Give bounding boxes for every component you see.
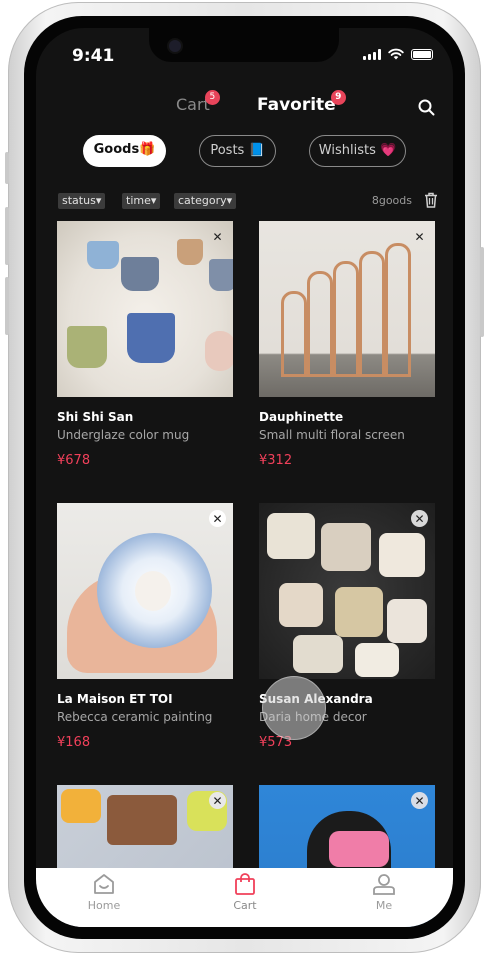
trash-icon[interactable] xyxy=(424,192,438,208)
signal-icon xyxy=(363,48,381,60)
product-description: Underglaze color mug xyxy=(57,428,190,442)
volume-up-button xyxy=(5,207,9,265)
remove-favorite-button[interactable]: ✕ xyxy=(411,792,428,809)
tab-home-label: Home xyxy=(87,899,121,912)
notch xyxy=(149,28,339,62)
tab-me[interactable]: Me xyxy=(344,872,424,912)
bottom-tab-bar: Home Cart Me xyxy=(36,868,453,927)
volume-down-button xyxy=(5,277,9,335)
status-icons xyxy=(363,48,433,60)
top-header: Cart 5 Favorite 9 xyxy=(36,86,453,126)
product-description: Small multi floral screen xyxy=(259,428,405,442)
heart-icon: 💗 xyxy=(380,143,397,158)
product-brand: Shi Shi San xyxy=(57,410,134,424)
book-icon: 📘 xyxy=(248,143,265,158)
product-price: ¥168 xyxy=(57,735,91,750)
filter-status[interactable]: status▾ xyxy=(58,193,106,209)
segment-posts[interactable]: Posts 📘 xyxy=(199,135,276,167)
tab-favorite-label: Favorite xyxy=(257,95,336,115)
gift-icon: 🎁 xyxy=(139,142,156,157)
camera-icon xyxy=(169,40,181,52)
mute-switch xyxy=(5,152,9,184)
tab-home[interactable]: Home xyxy=(64,872,144,912)
filter-time-label: time xyxy=(126,194,151,207)
segment-goods[interactable]: Goods🎁 xyxy=(83,135,166,167)
product-image-mugs[interactable] xyxy=(57,221,233,397)
segment-wishlists-label: Wishlists xyxy=(318,143,376,158)
segment-wishlists[interactable]: Wishlists 💗 xyxy=(309,135,406,167)
product-brand: La Maison ET TOI xyxy=(57,692,173,706)
product-image-floral-screen[interactable] xyxy=(259,221,435,397)
phone-frame: 9:41 Cart 5 Favorite 9 Goods🎁 Posts 📘 Wi… xyxy=(5,2,484,953)
segment-posts-label: Posts xyxy=(210,143,245,158)
app-screen: 9:41 Cart 5 Favorite 9 Goods🎁 Posts 📘 Wi… xyxy=(36,28,453,927)
filter-category-label: category xyxy=(178,194,227,207)
touch-indicator xyxy=(262,676,326,740)
product-price: ¥678 xyxy=(57,453,91,468)
filter-time[interactable]: time▾ xyxy=(122,193,161,209)
person-icon xyxy=(373,874,395,895)
remove-favorite-button[interactable]: ✕ xyxy=(209,228,226,245)
status-time: 9:41 xyxy=(72,46,115,66)
segment-goods-label: Goods xyxy=(93,142,140,157)
product-card[interactable]: ✕ La Maison ET TOI Rebecca ceramic paint… xyxy=(57,503,233,750)
tab-cart-nav[interactable]: Cart xyxy=(205,872,285,912)
tab-cart-nav-label: Cart xyxy=(233,899,257,912)
battery-icon xyxy=(411,48,433,60)
tab-cart[interactable]: Cart 5 xyxy=(176,90,220,114)
remove-favorite-button[interactable]: ✕ xyxy=(209,792,226,809)
product-brand: Dauphinette xyxy=(259,410,344,424)
filter-status-label: status xyxy=(62,194,96,207)
product-price: ¥312 xyxy=(259,453,293,468)
product-card[interactable]: ✕ Dauphinette Small multi floral screen … xyxy=(259,221,435,468)
remove-favorite-button[interactable]: ✕ xyxy=(209,510,226,527)
cart-badge: 5 xyxy=(204,90,220,105)
wifi-icon xyxy=(388,48,404,60)
bag-icon xyxy=(235,873,255,895)
filter-bar: status▾ time▾ category▾ 8goods xyxy=(58,192,438,211)
search-icon[interactable] xyxy=(418,99,435,116)
product-description: Rebecca ceramic painting xyxy=(57,710,213,724)
favorite-badge: 9 xyxy=(330,90,346,105)
tab-me-label: Me xyxy=(375,899,393,912)
remove-favorite-button[interactable]: ✕ xyxy=(411,228,428,245)
tab-favorite[interactable]: Favorite 9 xyxy=(257,90,346,115)
goods-count: 8goods xyxy=(371,194,412,207)
phone-bezel: 9:41 Cart 5 Favorite 9 Goods🎁 Posts 📘 Wi… xyxy=(24,16,465,939)
filter-category[interactable]: category▾ xyxy=(174,193,237,209)
product-card[interactable]: ✕ Shi Shi San Underglaze color mug ¥678 xyxy=(57,221,233,468)
product-image-ceramic-painting[interactable] xyxy=(57,503,233,679)
product-image-home-decor[interactable] xyxy=(259,503,435,679)
home-icon xyxy=(94,874,114,894)
power-button xyxy=(480,247,484,337)
remove-favorite-button[interactable]: ✕ xyxy=(411,510,428,527)
